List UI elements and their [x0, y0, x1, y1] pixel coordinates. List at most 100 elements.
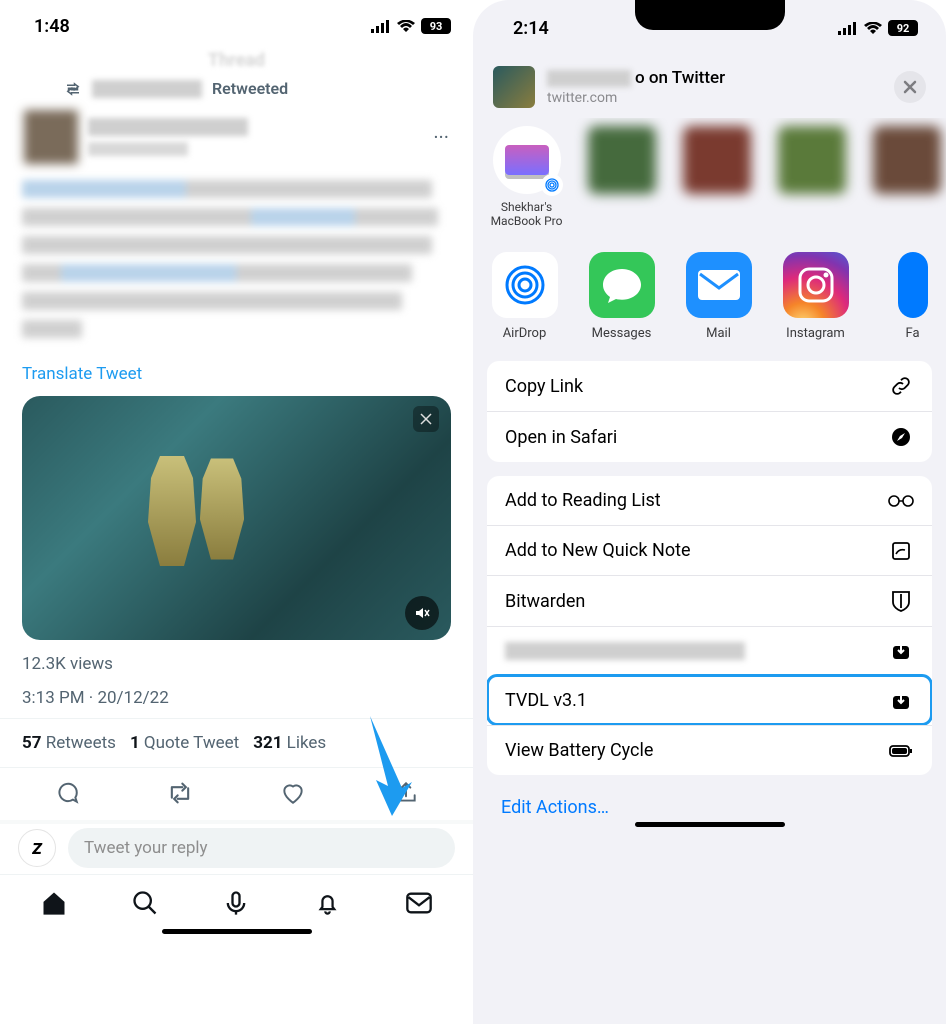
- status-icons: 93: [371, 18, 451, 34]
- bottom-navigation: [0, 874, 473, 923]
- action-redacted[interactable]: [487, 626, 932, 675]
- action-quick-note[interactable]: Add to New Quick Note: [487, 525, 932, 575]
- app-instagram[interactable]: Instagram: [782, 252, 849, 341]
- instagram-icon: [795, 264, 837, 306]
- airdrop-contacts-strip[interactable]: Shekhar's MacBook Pro: [473, 118, 946, 242]
- envelope-icon: [405, 891, 433, 915]
- home-indicator[interactable]: [162, 929, 312, 934]
- mic-icon: [222, 889, 250, 917]
- status-bar: 1:48 93: [0, 0, 473, 46]
- airdrop-contact-redacted[interactable]: [582, 126, 661, 228]
- cellular-icon: [371, 20, 391, 33]
- retweet-icon: [64, 82, 82, 96]
- redacted-handle: [88, 142, 188, 156]
- redacted-action: [505, 642, 745, 660]
- actions-card-1: Copy Link Open in Safari: [487, 361, 932, 462]
- nav-home[interactable]: [34, 887, 74, 919]
- cellular-icon: [838, 22, 858, 35]
- share-thumbnail: [493, 66, 535, 108]
- views-count: 12.3K views: [0, 648, 473, 682]
- airdrop-contact-redacted[interactable]: [772, 126, 851, 228]
- retweets-stat[interactable]: 57 Retweets: [22, 733, 116, 753]
- wifi-icon: [397, 20, 415, 33]
- app-airdrop[interactable]: AirDrop: [491, 252, 558, 341]
- notch: [635, 0, 785, 30]
- mute-button[interactable]: [405, 596, 439, 630]
- action-tvdl[interactable]: TVDL v3.1: [487, 675, 932, 725]
- reply-input[interactable]: Tweet your reply: [68, 828, 455, 868]
- redacted-title-part: [547, 70, 631, 87]
- bell-icon: [314, 890, 341, 917]
- nav-search[interactable]: [125, 887, 165, 919]
- annotation-arrow-share: [358, 716, 412, 816]
- status-icons: 92: [838, 20, 918, 36]
- tweet-author-row[interactable]: ···: [0, 104, 473, 170]
- app-mail[interactable]: Mail: [685, 252, 752, 341]
- share-subtitle: twitter.com: [547, 90, 882, 106]
- safari-icon: [888, 426, 914, 448]
- like-button[interactable]: [273, 778, 313, 808]
- tweet-text-redacted: [0, 170, 473, 352]
- author-name-col: [88, 118, 248, 156]
- airdrop-contact-redacted[interactable]: [867, 126, 946, 228]
- status-time: 1:48: [34, 16, 70, 37]
- quick-note-icon: [888, 541, 914, 561]
- close-button[interactable]: [894, 71, 926, 103]
- battery-icon: [888, 744, 914, 758]
- action-copy-link[interactable]: Copy Link: [487, 361, 932, 411]
- airdrop-target-macbook[interactable]: Shekhar's MacBook Pro: [487, 126, 566, 228]
- share-sheet-screen: 2:14 92 o on Twitter twitter.com: [473, 0, 946, 1024]
- download-box-icon: [888, 691, 914, 711]
- app-messages[interactable]: Messages: [588, 252, 655, 341]
- share-sheet-header: o on Twitter twitter.com: [473, 46, 946, 118]
- reply-button[interactable]: [47, 778, 87, 808]
- action-bitwarden[interactable]: Bitwarden: [487, 575, 932, 626]
- bitwarden-icon: [888, 590, 914, 612]
- action-battery-cycle[interactable]: View Battery Cycle: [487, 725, 932, 775]
- app-facebook-partial[interactable]: Fa: [879, 252, 946, 341]
- actions-card-2: Add to Reading List Add to New Quick Not…: [487, 476, 932, 775]
- current-user-avatar[interactable]: Z: [18, 829, 56, 867]
- macbook-icon: [505, 145, 549, 175]
- airdrop-device-label: Shekhar's MacBook Pro: [487, 200, 566, 228]
- reply-icon: [54, 780, 80, 806]
- reply-composer-bar: Z Tweet your reply: [0, 824, 473, 874]
- redacted-display-name: [88, 118, 248, 136]
- speaker-muted-icon: [414, 605, 430, 621]
- retweet-button[interactable]: [160, 778, 200, 808]
- tweet-video[interactable]: [22, 396, 451, 640]
- close-icon: [903, 80, 917, 94]
- share-apps-strip[interactable]: AirDrop Messages Mail Instagram Fa: [473, 242, 946, 361]
- edit-actions-link[interactable]: Edit Actions…: [473, 789, 946, 818]
- translate-tweet-link[interactable]: Translate Tweet: [0, 352, 473, 392]
- more-menu-button[interactable]: ···: [433, 125, 459, 149]
- home-indicator[interactable]: [635, 822, 785, 827]
- nav-messages[interactable]: [399, 887, 439, 919]
- avatar[interactable]: [24, 110, 78, 164]
- page-title: Thread: [0, 46, 473, 73]
- share-title: o on Twitter: [547, 68, 882, 88]
- mail-icon: [696, 268, 742, 302]
- airdrop-icon: [501, 261, 549, 309]
- airdrop-badge-icon: [541, 174, 563, 196]
- tweet-timestamp[interactable]: 3:13 PM · 20/12/22: [0, 682, 473, 718]
- nav-spaces[interactable]: [216, 887, 256, 919]
- nav-notifications[interactable]: [308, 887, 348, 919]
- download-box-icon: [888, 641, 914, 661]
- quote-tweets-stat[interactable]: 1 Quote Tweet: [130, 733, 239, 753]
- glasses-icon: [888, 494, 914, 508]
- search-icon: [131, 889, 159, 917]
- link-icon: [888, 375, 914, 397]
- retweet-icon: [166, 782, 194, 804]
- airdrop-contact-redacted[interactable]: [677, 126, 756, 228]
- redacted-retweeter: [92, 80, 202, 98]
- heart-icon: [280, 780, 306, 806]
- status-time: 2:14: [513, 18, 549, 39]
- action-open-safari[interactable]: Open in Safari: [487, 411, 932, 462]
- battery-indicator: 93: [421, 18, 451, 34]
- home-icon: [40, 890, 68, 916]
- action-reading-list[interactable]: Add to Reading List: [487, 476, 932, 525]
- retweeted-label: Retweeted: [212, 79, 288, 98]
- retweeted-indicator: Retweeted: [0, 73, 473, 104]
- likes-stat[interactable]: 321 Likes: [253, 733, 326, 753]
